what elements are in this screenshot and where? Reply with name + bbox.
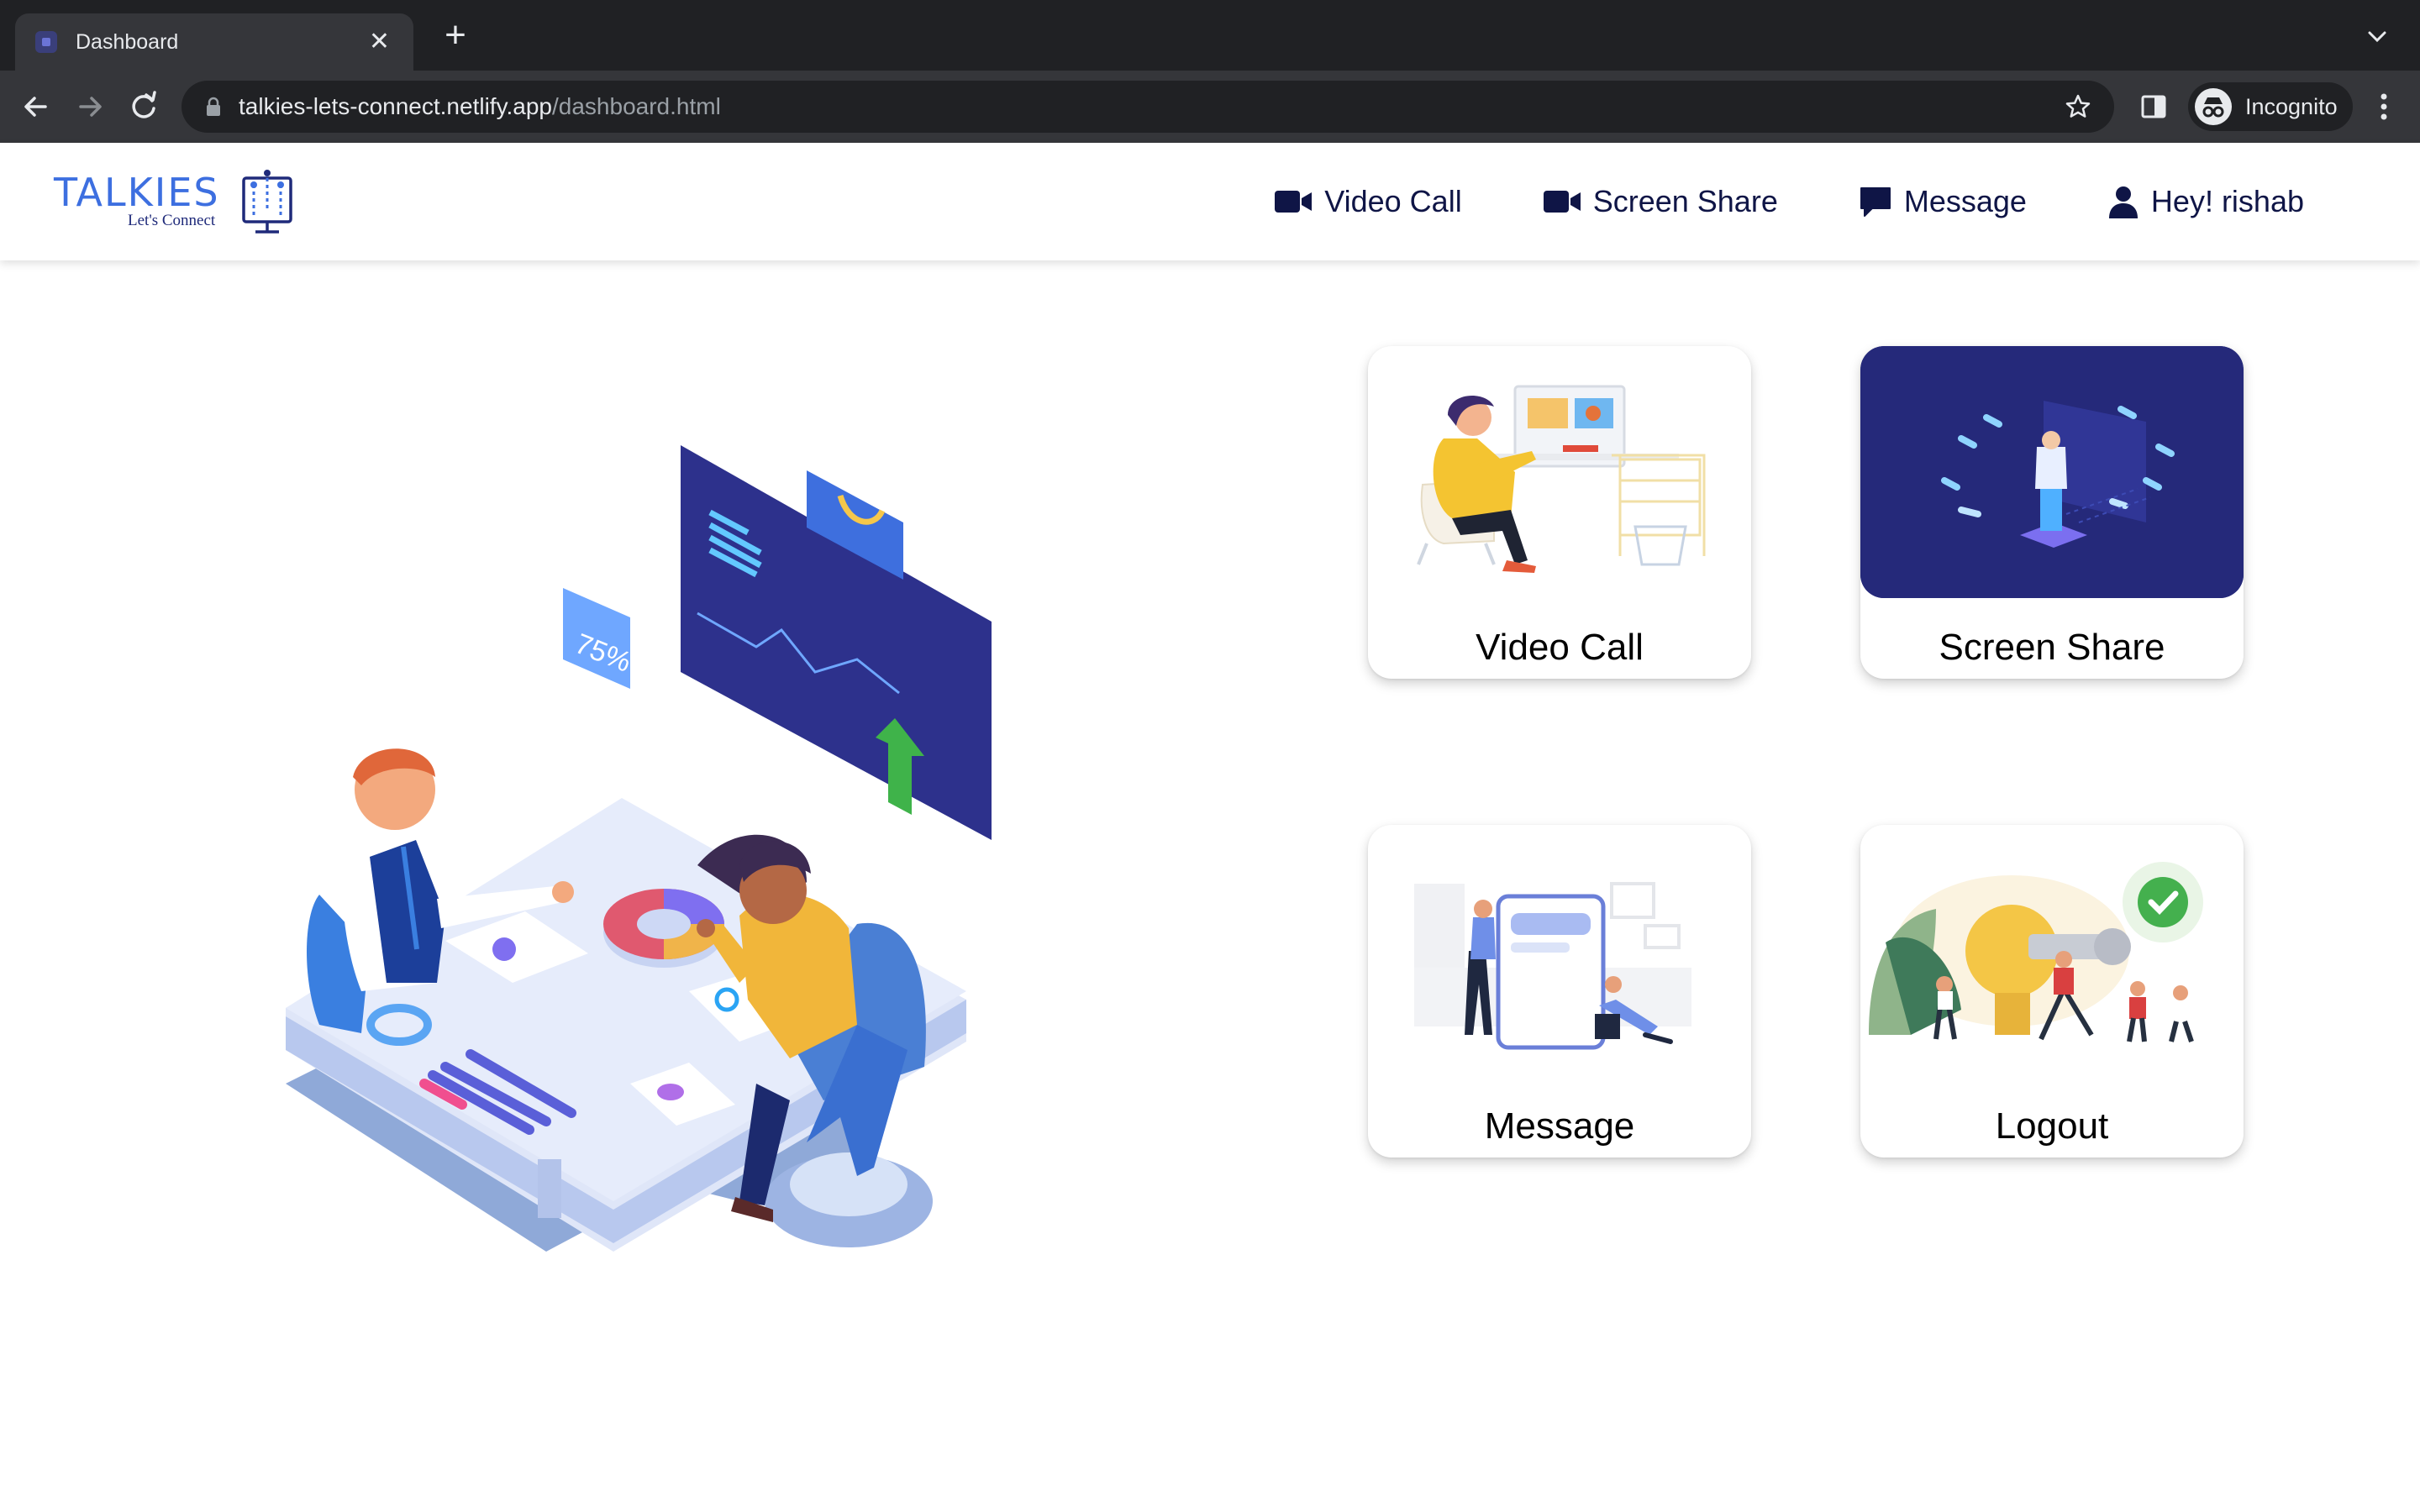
browser-tab-strip: Dashboard ✕ + [0, 0, 2420, 71]
nav-user-label: Hey! rishab [2150, 184, 2304, 218]
address-bar[interactable]: talkies-lets-connect.netlify.app/dashboa… [182, 81, 2114, 133]
nav-video-call-label: Video Call [1324, 184, 1462, 218]
nav-message-label: Message [1903, 184, 2027, 218]
side-panel-icon[interactable] [2139, 92, 2168, 121]
tab-title: Dashboard [76, 29, 179, 54]
browser-tab[interactable]: Dashboard ✕ [15, 13, 413, 71]
lock-icon[interactable] [205, 97, 222, 117]
card-message[interactable]: Message [1368, 825, 1751, 1158]
card-message-label: Message [1484, 1105, 1635, 1147]
card-video-call[interactable]: Video Call [1368, 346, 1751, 679]
screen-share-illustration [1860, 346, 2244, 598]
nav-screen-share-label: Screen Share [1592, 184, 1778, 218]
logo-tagline: Let's Connect [128, 212, 216, 229]
nav-user-greeting[interactable]: Hey! rishab [2107, 184, 2304, 219]
incognito-icon [2195, 88, 2232, 125]
card-logout-label: Logout [1995, 1105, 2109, 1147]
profile-label: Incognito [2245, 93, 2338, 119]
logout-illustration [1869, 862, 2203, 1042]
card-logout[interactable]: Logout [1860, 825, 2244, 1158]
forward-arrow-icon[interactable] [71, 87, 109, 126]
browser-toolbar: talkies-lets-connect.netlify.app/dashboa… [0, 71, 2420, 143]
tab-close-icon[interactable]: ✕ [369, 29, 390, 55]
meeting-illustration: 75% [286, 445, 992, 1252]
person-on-video-call-illustration [1417, 385, 1706, 573]
tab-search-chevron-icon[interactable] [2365, 24, 2390, 49]
page-content: TALKIES Let's Connect Video Call Screen [0, 143, 2420, 1512]
browser-menu-icon[interactable] [2371, 89, 2396, 124]
incognito-profile-button[interactable]: Incognito [2188, 82, 2353, 131]
nav-video-call[interactable]: Video Call [1274, 184, 1462, 219]
messaging-illustration [1414, 882, 1691, 1050]
nav-links: Video Call Screen Share Message Hey! ris… [1193, 143, 2304, 260]
logo-mark-icon [242, 170, 292, 234]
nav-message[interactable]: Message [1859, 184, 2027, 219]
logo-wordmark: TALKIES [54, 170, 220, 215]
video-camera-icon [1275, 191, 1313, 213]
chat-bubble-icon [1860, 187, 1891, 217]
url-text: talkies-lets-connect.netlify.app/dashboa… [239, 93, 721, 120]
site-favicon-icon [35, 31, 57, 53]
card-screen-share-label: Screen Share [1939, 627, 2165, 668]
nav-screen-share[interactable]: Screen Share [1543, 184, 1778, 219]
new-tab-icon[interactable]: + [437, 17, 474, 54]
card-screen-share[interactable]: Screen Share [1860, 346, 2244, 679]
url-host: talkies-lets-connect.netlify.app [239, 93, 552, 119]
reload-icon[interactable] [124, 87, 163, 126]
user-icon [2108, 186, 2138, 218]
bookmark-star-icon[interactable] [2064, 92, 2092, 121]
talkies-logo[interactable]: TALKIES Let's Connect [54, 168, 306, 235]
video-camera-icon [1543, 191, 1581, 213]
url-path: /dashboard.html [552, 93, 721, 119]
site-navbar: TALKIES Let's Connect Video Call Screen [0, 143, 2420, 260]
back-arrow-icon[interactable] [17, 87, 55, 126]
card-video-call-label: Video Call [1476, 627, 1644, 668]
